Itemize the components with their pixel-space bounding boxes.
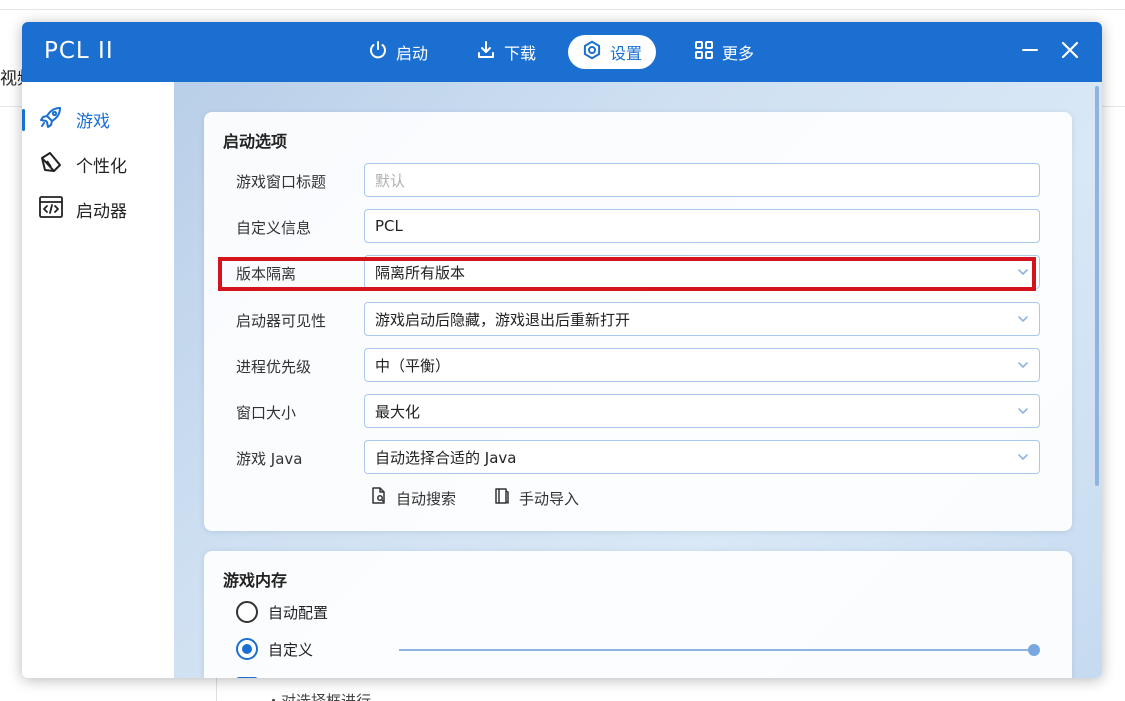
launcher-window: PCL II 启动 下载 设置 更多 游戏 个性化 启动器 启动选项 游戏窗口标… — [22, 22, 1102, 678]
background-text: ・对选择框进行 — [266, 692, 372, 701]
active-indicator — [22, 109, 25, 131]
background-divider — [216, 676, 217, 701]
row-label: 自定义信息 — [236, 219, 312, 237]
button-label: 手动导入 — [519, 489, 580, 508]
chevron-down-icon — [1018, 316, 1028, 323]
power-icon — [368, 40, 388, 64]
nav-download-label: 下载 — [504, 44, 537, 63]
settings-content: 启动选项 游戏窗口标题 默认 自定义信息 PCL 版本隔离 隔离所有版本 启动器… — [174, 82, 1102, 678]
memory-slider-thumb[interactable] — [1028, 644, 1040, 656]
card-title: 游戏内存 — [223, 571, 288, 590]
process-priority-select[interactable]: 中（平衡） — [364, 348, 1040, 382]
radio-circle — [236, 601, 258, 623]
background-divider — [0, 9, 1125, 10]
row-label: 进程优先级 — [236, 358, 312, 376]
scrollbar[interactable] — [1095, 86, 1099, 486]
select-value: 中（平衡） — [375, 356, 451, 375]
brush-icon — [38, 149, 64, 180]
window-title-input[interactable]: 默认 — [364, 163, 1040, 197]
game-java-select[interactable]: 自动选择合适的 Java — [364, 440, 1040, 474]
nav-more[interactable]: 更多 — [680, 35, 768, 69]
book-icon — [493, 487, 511, 509]
select-value: 自动选择合适的 Java — [375, 448, 517, 467]
nav-more-label: 更多 — [722, 44, 755, 63]
nav-launch-label: 启动 — [396, 44, 429, 63]
launcher-visibility-select[interactable]: 游戏启动后隐藏，游戏退出后重新打开 — [364, 302, 1040, 336]
launch-options-card: 启动选项 游戏窗口标题 默认 自定义信息 PCL 版本隔离 隔离所有版本 启动器… — [204, 112, 1072, 531]
row-label: 游戏 Java — [236, 450, 303, 468]
close-icon — [1060, 40, 1080, 64]
row-label: 游戏窗口标题 — [236, 173, 327, 191]
select-value: 隔离所有版本 — [375, 263, 466, 282]
settings-icon — [582, 40, 602, 64]
code-window-icon — [38, 194, 64, 225]
minimize-icon — [1020, 40, 1040, 64]
row-label: 窗口大小 — [236, 404, 297, 422]
background-text: 视频 — [0, 69, 24, 89]
memory-custom-radio[interactable]: 自定义 — [236, 638, 313, 660]
input-value: PCL — [375, 217, 403, 235]
select-value: 最大化 — [375, 402, 421, 421]
nav-launch[interactable]: 启动 — [354, 35, 442, 69]
radio-label: 自定义 — [268, 640, 314, 659]
memory-auto-radio[interactable]: 自动配置 — [236, 601, 328, 623]
window-size-select[interactable]: 最大化 — [364, 394, 1040, 428]
sidebar: 游戏 个性化 启动器 — [22, 82, 174, 678]
nav-settings[interactable]: 设置 — [568, 35, 657, 69]
app-title: PCL II — [44, 38, 114, 64]
sidebar-item-label: 游戏 — [76, 111, 110, 132]
select-value: 游戏启动后隐藏，游戏退出后重新打开 — [375, 310, 631, 329]
card-title: 启动选项 — [223, 132, 288, 151]
input-placeholder: 默认 — [375, 171, 406, 190]
sidebar-item-personalize[interactable]: 个性化 — [22, 146, 174, 182]
file-search-icon — [370, 487, 388, 509]
nav-settings-label: 设置 — [610, 44, 643, 63]
button-label: 自动搜索 — [396, 489, 457, 508]
chevron-down-icon — [1018, 269, 1028, 276]
auto-search-button[interactable]: 自动搜索 — [370, 487, 456, 509]
row-label: 版本隔离 — [236, 265, 297, 283]
close-button[interactable] — [1056, 38, 1084, 66]
sidebar-item-launcher[interactable]: 启动器 — [22, 191, 174, 227]
checkbox[interactable] — [236, 677, 258, 678]
custom-info-input[interactable]: PCL — [364, 209, 1040, 243]
minimize-button[interactable] — [1016, 38, 1044, 66]
manual-import-button[interactable]: 手动导入 — [493, 487, 579, 509]
sidebar-item-game[interactable]: 游戏 — [22, 101, 174, 137]
sidebar-item-label: 启动器 — [76, 201, 127, 222]
chevron-down-icon — [1018, 362, 1028, 369]
grid-icon — [694, 40, 714, 64]
chevron-down-icon — [1018, 454, 1028, 461]
version-isolation-select[interactable]: 隔离所有版本 — [364, 255, 1040, 289]
chevron-down-icon — [1018, 408, 1028, 415]
download-icon — [476, 40, 496, 64]
memory-slider-track[interactable] — [399, 649, 1033, 651]
sidebar-item-label: 个性化 — [76, 156, 127, 177]
row-label: 启动器可见性 — [236, 312, 327, 330]
radio-label: 自动配置 — [268, 603, 329, 622]
title-bar[interactable]: PCL II 启动 下载 设置 更多 — [22, 22, 1102, 82]
game-memory-card: 游戏内存 自动配置 自定义 — [204, 551, 1072, 678]
rocket-icon — [38, 104, 64, 135]
radio-circle — [236, 638, 258, 660]
nav-download[interactable]: 下载 — [462, 35, 550, 69]
